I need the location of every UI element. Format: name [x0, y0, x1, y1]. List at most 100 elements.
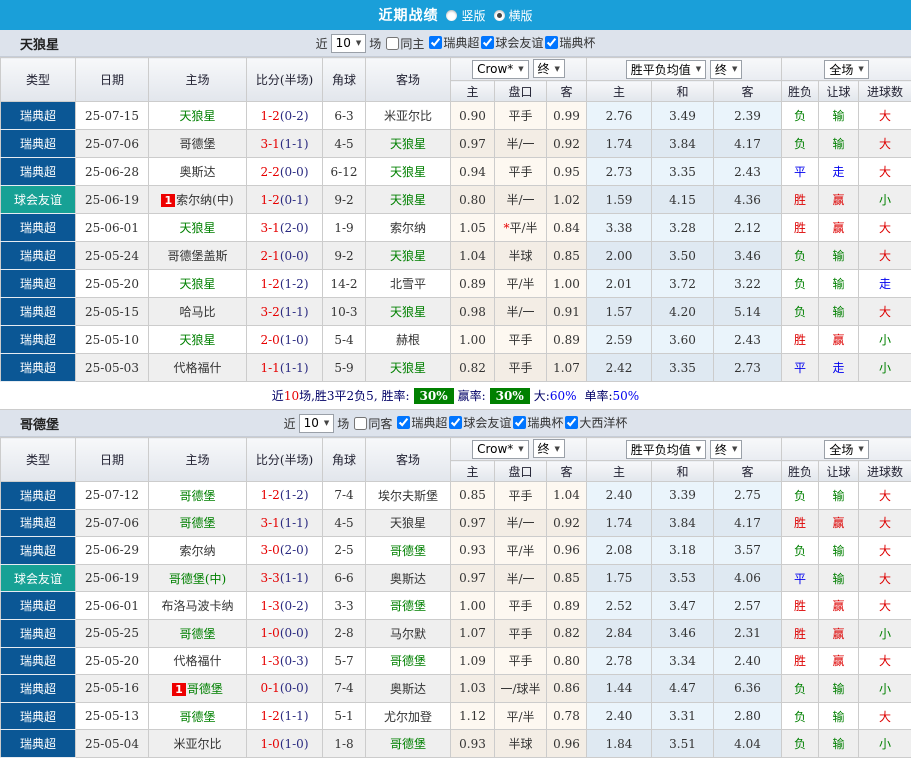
league-filter[interactable]: 瑞典杯 — [511, 414, 563, 431]
home-team-name: 哥德堡 — [179, 137, 215, 151]
radio-label-horizontal[interactable]: 横版 — [509, 7, 533, 24]
away-team-name: 哥德堡 — [390, 544, 426, 558]
fulltime-score: 1-3 — [260, 654, 279, 668]
odds-source-select[interactable]: Crow*▼ — [472, 60, 529, 79]
league-filter[interactable]: 瑞典超 — [427, 34, 479, 51]
result-goals: 走 — [859, 270, 911, 298]
away-team-name: 天狼星 — [390, 193, 426, 207]
result-handicap: 输 — [819, 730, 859, 758]
league-checkbox[interactable] — [565, 416, 578, 429]
league-checkbox[interactable] — [481, 36, 494, 49]
same-venue-checkbox[interactable] — [386, 37, 399, 50]
col-corner: 角球 — [323, 438, 366, 482]
away-team: 尤尔加登 — [366, 702, 451, 730]
home-team-name: 奥斯达 — [179, 165, 215, 179]
radio-icon[interactable] — [446, 10, 457, 21]
same-venue-filter[interactable]: 同客 — [352, 415, 392, 432]
mean-home-value: 2.52 — [587, 592, 652, 620]
result-wdl: 负 — [782, 675, 819, 703]
handicap-text: 平手 — [508, 333, 532, 347]
summary-count: 10 — [284, 389, 299, 403]
chevron-down-icon: ▼ — [696, 65, 701, 73]
same-venue-filter[interactable]: 同主 — [384, 35, 424, 52]
col-type: 类型 — [1, 58, 76, 102]
filter-bar: 近 10▼ 场 同客 瑞典超球会友谊瑞典杯大西洋杯 — [284, 414, 628, 433]
layout-radio-horizontal[interactable]: 横版 — [494, 7, 533, 24]
result-goals: 大 — [859, 564, 911, 592]
mean-draw-value: 4.47 — [652, 675, 714, 703]
filter-bar: 近 10▼ 场 同主 瑞典超球会友谊瑞典杯 — [316, 34, 596, 53]
home-team-name: 代格福什 — [173, 361, 221, 375]
match-row: 瑞典超 25-06-01 天狼星 3-1(2-0) 1-9 索尔纳 1.05 *… — [1, 214, 911, 242]
league-filters: 瑞典超球会友谊瑞典杯大西洋杯 — [395, 414, 627, 432]
result-wdl: 负 — [782, 730, 819, 758]
match-date: 25-05-04 — [76, 730, 149, 758]
handicap-value: 平手 — [495, 647, 547, 675]
league-filter[interactable]: 球会友谊 — [447, 414, 511, 431]
home-team-name: 米亚尔比 — [173, 737, 221, 751]
league-filter[interactable]: 球会友谊 — [479, 34, 543, 51]
col-result: 胜负 — [782, 81, 819, 102]
odds-source-select[interactable]: Crow*▼ — [472, 440, 529, 459]
radio-icon[interactable] — [494, 10, 505, 21]
league-filter[interactable]: 大西洋杯 — [563, 414, 627, 431]
home-team: 1索尔纳(中) — [149, 186, 247, 214]
mean-select[interactable]: 胜平负均值▼ — [626, 440, 706, 459]
halftime-score: (0-0) — [280, 681, 309, 695]
fulltime-score: 3-1 — [260, 516, 279, 530]
handicap-text: 半/一 — [506, 137, 534, 151]
league-filter[interactable]: 瑞典超 — [395, 414, 447, 431]
result-goals: 大 — [859, 242, 911, 270]
result-goals: 小 — [859, 186, 911, 214]
league-checkbox[interactable] — [429, 36, 442, 49]
result-goals: 大 — [859, 647, 911, 675]
mean-final-select[interactable]: 终▼ — [710, 60, 742, 79]
handicap-text: 平手 — [508, 165, 532, 179]
league-checkbox[interactable] — [513, 416, 526, 429]
match-date: 25-05-16 — [76, 675, 149, 703]
result-handicap: 赢 — [819, 326, 859, 354]
result-handicap: 走 — [819, 354, 859, 382]
chevron-down-icon: ▼ — [858, 445, 863, 453]
league-checkbox[interactable] — [449, 416, 462, 429]
col-home: 主场 — [149, 438, 247, 482]
fulltime-score: 1-3 — [260, 599, 279, 613]
match-count-select[interactable]: 10▼ — [299, 414, 335, 433]
result-handicap: 赢 — [819, 619, 859, 647]
corner-score: 2-8 — [323, 619, 366, 647]
col-mean-away: 客 — [714, 81, 782, 102]
radio-label-vertical[interactable]: 竖版 — [461, 7, 485, 24]
home-team: 哥德堡 — [149, 619, 247, 647]
mean-final-select[interactable]: 终▼ — [710, 440, 742, 459]
result-wdl: 胜 — [782, 647, 819, 675]
league-filter[interactable]: 瑞典杯 — [543, 34, 595, 51]
match-score: 3-3(1-1) — [247, 564, 323, 592]
fulltime-select[interactable]: 全场▼ — [824, 60, 868, 79]
result-goals: 小 — [859, 675, 911, 703]
odds-final-select[interactable]: 终▼ — [533, 59, 565, 78]
odds-away-value: 0.86 — [547, 675, 587, 703]
match-count-select[interactable]: 10▼ — [331, 34, 367, 53]
odds-final-select[interactable]: 终▼ — [533, 439, 565, 458]
odds-home-value: 0.85 — [451, 482, 495, 510]
result-wdl: 负 — [782, 270, 819, 298]
result-goals: 小 — [859, 619, 911, 647]
games-label: 场 — [369, 35, 381, 52]
chevron-down-icon: ▼ — [518, 445, 523, 453]
league-checkbox[interactable] — [545, 36, 558, 49]
mean-select[interactable]: 胜平负均值▼ — [626, 60, 706, 79]
odds-away-value: 1.02 — [547, 186, 587, 214]
corner-score: 5-9 — [323, 354, 366, 382]
result-handicap: 赢 — [819, 186, 859, 214]
fulltime-select[interactable]: 全场▼ — [824, 440, 868, 459]
result-wdl: 负 — [782, 102, 819, 130]
league-checkbox[interactable] — [397, 416, 410, 429]
handicap-value: 半/一 — [495, 509, 547, 537]
same-venue-checkbox[interactable] — [354, 417, 367, 430]
layout-radio-vertical[interactable]: 竖版 — [446, 7, 485, 24]
col-mean-home: 主 — [587, 81, 652, 102]
match-date: 25-05-15 — [76, 298, 149, 326]
mean-draw-value: 3.39 — [652, 482, 714, 510]
result-handicap: 赢 — [819, 214, 859, 242]
match-row: 瑞典超 25-05-13 哥德堡 1-2(1-1) 5-1 尤尔加登 1.12 … — [1, 702, 911, 730]
